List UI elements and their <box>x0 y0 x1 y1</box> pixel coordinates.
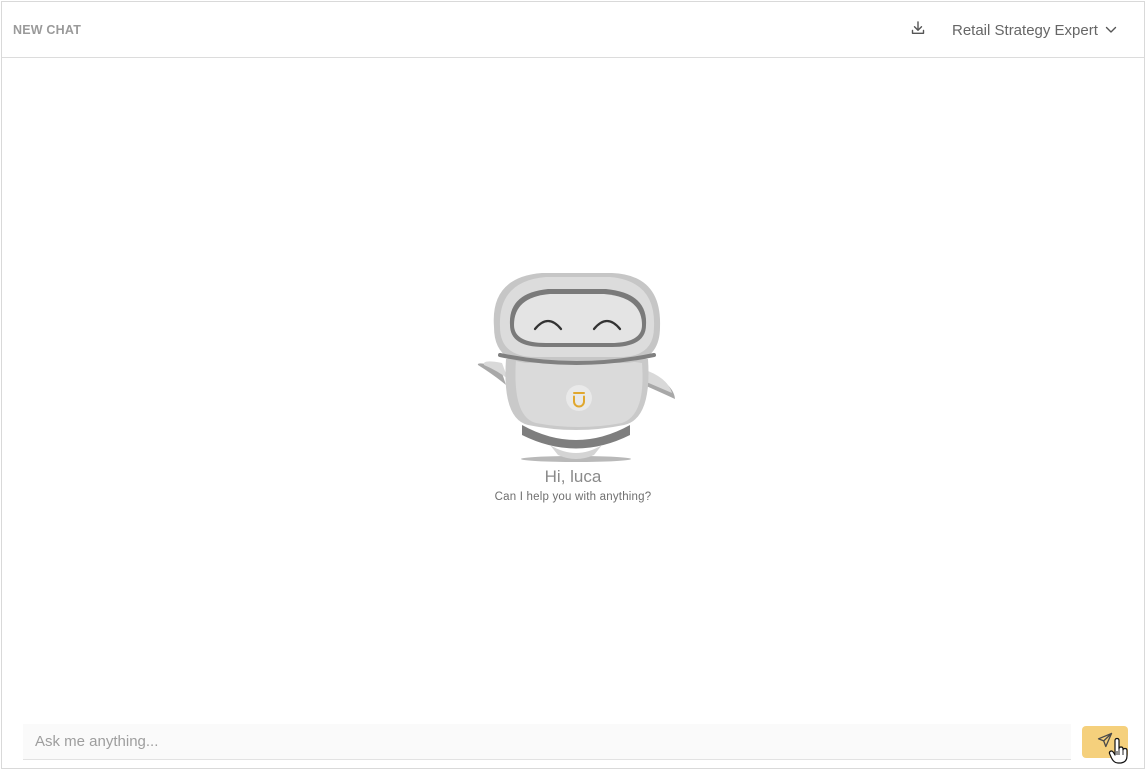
chat-title: NEW CHAT <box>13 23 82 37</box>
message-input-wrapper <box>23 724 1071 760</box>
chevron-down-icon <box>1105 26 1117 34</box>
message-input[interactable] <box>23 724 1071 759</box>
send-icon <box>1097 732 1113 753</box>
greeting-subtitle: Can I help you with anything? <box>494 491 652 503</box>
chat-window: NEW CHAT Retail Strategy Expert Hi, luca… <box>1 1 1145 769</box>
agent-selector[interactable]: Retail Strategy Expert <box>952 20 1117 40</box>
agent-selector-label: Retail Strategy Expert <box>952 21 1098 39</box>
chat-header: NEW CHAT Retail Strategy Expert <box>2 2 1144 58</box>
robot-mascot-illustration <box>472 267 682 467</box>
send-button[interactable] <box>1082 726 1128 758</box>
download-button[interactable] <box>907 19 929 41</box>
greeting-title: Hi, luca <box>544 467 602 486</box>
download-icon <box>910 20 926 41</box>
